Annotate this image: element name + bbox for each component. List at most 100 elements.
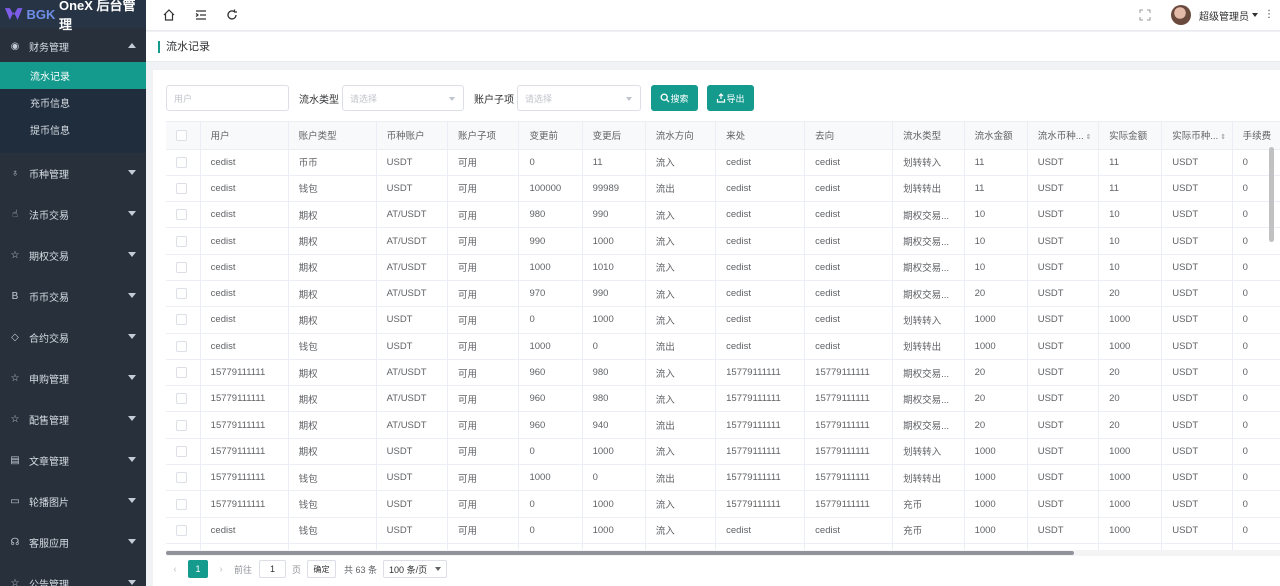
main-content: 用户 流水类型 请选择 账户子项 请选择 搜索 导出 用户 账户类型 币种账户 账户子… [153, 70, 1280, 586]
fullscreen-icon[interactable] [1138, 8, 1152, 22]
column-header[interactable]: 实际币种... ⇕ [1161, 122, 1233, 150]
column-header: 流水金额 [964, 122, 1028, 150]
row-checkbox-cell [166, 359, 201, 387]
menu-group-5[interactable]: ☆ 申购管理 [0, 358, 146, 399]
table-cell: 充币 [892, 517, 965, 544]
sidebar-item-deposit-info[interactable]: 充币信息 [0, 89, 146, 116]
horizontal-scrollbar[interactable] [166, 550, 1280, 556]
table-cell: cedist [200, 227, 289, 255]
row-checkbox[interactable] [176, 498, 187, 510]
menu-toggle-icon[interactable] [194, 8, 208, 22]
row-checkbox[interactable] [176, 472, 187, 484]
row-checkbox[interactable] [176, 524, 187, 536]
table-row[interactable]: 15779111111 钱包 USDT 可用 1000 0 流出 15779111111 157… [166, 464, 1280, 492]
sidebar-item-withdraw-info[interactable]: 提币信息 [0, 116, 146, 143]
row-checkbox[interactable] [176, 393, 187, 405]
row-checkbox[interactable] [176, 445, 187, 457]
next-page-icon[interactable]: › [212, 564, 230, 575]
row-checkbox[interactable] [176, 288, 187, 300]
menu-group-3[interactable]: B 币币交易 [0, 276, 146, 317]
logo-mark-icon [4, 8, 23, 20]
finance-icon: ◉ [10, 40, 20, 52]
account-sub-select[interactable]: 请选择 [517, 85, 641, 111]
table-row[interactable]: cedist 币币 USDT 可用 0 11 流入 cedist cedist 划转转入 11 USD… [166, 149, 1280, 176]
table-cell: cedist [200, 254, 289, 281]
more-icon[interactable]: ⋮ [1264, 9, 1274, 20]
menu-group-10[interactable]: ☆ 公告管理 [0, 563, 146, 586]
table-cell: 1010 [582, 254, 646, 281]
table-row[interactable]: cedist 期权 USDT 可用 0 1000 流入 cedist cedist 划转转入 100… [166, 306, 1280, 334]
row-checkbox[interactable] [176, 261, 187, 273]
prev-page-icon[interactable]: ‹ [166, 564, 184, 575]
menu-group-8[interactable]: ▭ 轮播图片 [0, 481, 146, 522]
user-input[interactable]: 用户 [166, 85, 289, 111]
table-row[interactable]: 15779111111 期权 AT/USDT 可用 960 980 流入 1577911111… [166, 385, 1280, 413]
table-row[interactable]: cedist 期权 AT/USDT 可用 980 990 流入 cedist cedist 期权交… [166, 201, 1280, 229]
sort-icon[interactable]: ⇕ [1086, 134, 1092, 141]
table-cell: 980 [582, 385, 646, 413]
column-header-label: 流水类型 [903, 131, 942, 143]
user-menu[interactable]: 超级管理员 [1171, 5, 1258, 25]
column-header: 账户子项 [447, 122, 520, 150]
table-row[interactable]: 15779111111 期权 USDT 可用 0 1000 流入 15779111111 157… [166, 438, 1280, 466]
table-cell: 流出 [645, 464, 717, 492]
flow-type-select[interactable]: 请选择 [342, 85, 464, 111]
select-all-checkbox[interactable] [176, 129, 187, 141]
home-icon[interactable] [162, 8, 176, 22]
table-row[interactable]: cedist 期权 AT/USDT 可用 990 1000 流入 cedist cedist 期权… [166, 227, 1280, 255]
menu-group-1[interactable]: ☝ 法币交易 [0, 194, 146, 235]
table-cell: 10 [1098, 201, 1163, 229]
table-row[interactable]: cedist 钱包 USDT 可用 1000 0 流出 cedist cedist 划转转出 100… [166, 333, 1280, 360]
table-cell: 可用 [447, 306, 520, 334]
row-checkbox[interactable] [176, 314, 187, 326]
search-button[interactable]: 搜索 [651, 85, 698, 111]
account-sub-label: 账户子项 [474, 94, 514, 106]
menu-group-9[interactable]: ☊ 客服应用 [0, 522, 146, 563]
row-checkbox[interactable] [176, 156, 187, 168]
table-row[interactable]: cedist 期权 AT/USDT 可用 970 990 流入 cedist cedist 期权交… [166, 280, 1280, 308]
chevron-down-icon [449, 97, 455, 101]
logo-prefix: BGK [26, 6, 56, 22]
table-cell: 1000 [964, 333, 1028, 360]
menu-group-4[interactable]: ◇ 合约交易 [0, 317, 146, 358]
menu-group-label: 币种管理 [29, 170, 69, 181]
table-row[interactable]: cedist 期权 AT/USDT 可用 1000 1010 流入 cedist cedist 期… [166, 254, 1280, 281]
table-row[interactable]: 15779111111 期权 AT/USDT 可用 960 980 流入 1577911111… [166, 359, 1280, 387]
row-checkbox[interactable] [176, 419, 187, 431]
chevron-down-icon [128, 211, 136, 216]
export-button[interactable]: 导出 [707, 85, 754, 111]
app-logo[interactable]: BGK OneX 后台管理 [0, 0, 146, 32]
menu-group-2[interactable]: ☆ 期权交易 [0, 235, 146, 276]
sort-icon[interactable]: ⇕ [1220, 134, 1226, 141]
table-row[interactable]: 15779111111 钱包 USDT 可用 0 1000 流入 15779111111 157… [166, 490, 1280, 518]
row-checkbox[interactable] [176, 209, 187, 221]
column-header-label: 账户子项 [458, 131, 497, 143]
table-row[interactable]: 15779111111 期权 AT/USDT 可用 960 940 流出 1577911111… [166, 411, 1280, 439]
row-checkbox[interactable] [176, 367, 187, 379]
page-size-select[interactable]: 100 条/页 [383, 560, 448, 578]
table-row[interactable]: cedist 钱包 USDT 可用 0 1000 流入 cedist cedist 充币 1000 U… [166, 517, 1280, 544]
refresh-icon[interactable] [225, 8, 239, 22]
column-header: 变更前 [518, 122, 583, 150]
page-number[interactable]: 1 [188, 560, 208, 578]
column-header[interactable]: 流水币种... ⇕ [1027, 122, 1100, 150]
menu-group-label: 法币交易 [29, 211, 69, 222]
page-suffix: 页 [292, 564, 302, 575]
row-checkbox[interactable] [176, 235, 187, 247]
menu-group-7[interactable]: ▤ 文章管理 [0, 440, 146, 481]
goto-page-input[interactable]: 1 [259, 560, 287, 578]
menu-group-finance[interactable]: ◉ 财务管理 [0, 36, 146, 56]
table-cell: 币币 [288, 149, 377, 176]
table-cell: cedist [804, 201, 894, 229]
vertical-scrollbar[interactable] [1269, 147, 1274, 242]
menu-group-6[interactable]: ☆ 配售管理 [0, 399, 146, 440]
scrollbar-thumb[interactable] [166, 551, 1074, 555]
row-checkbox[interactable] [176, 182, 187, 194]
tag-current[interactable]: 流水记录 [158, 41, 210, 53]
confirm-button[interactable]: 确定 [307, 560, 337, 578]
table-row[interactable]: cedist 钱包 USDT 可用 100000 99989 流出 cedist cedist 划… [166, 175, 1280, 203]
table-cell: 15779111111 [804, 490, 894, 518]
sidebar-item-flow-records[interactable]: 流水记录 [0, 62, 146, 89]
row-checkbox[interactable] [176, 340, 187, 352]
menu-group-0[interactable]: ♁ 币种管理 [0, 153, 146, 194]
